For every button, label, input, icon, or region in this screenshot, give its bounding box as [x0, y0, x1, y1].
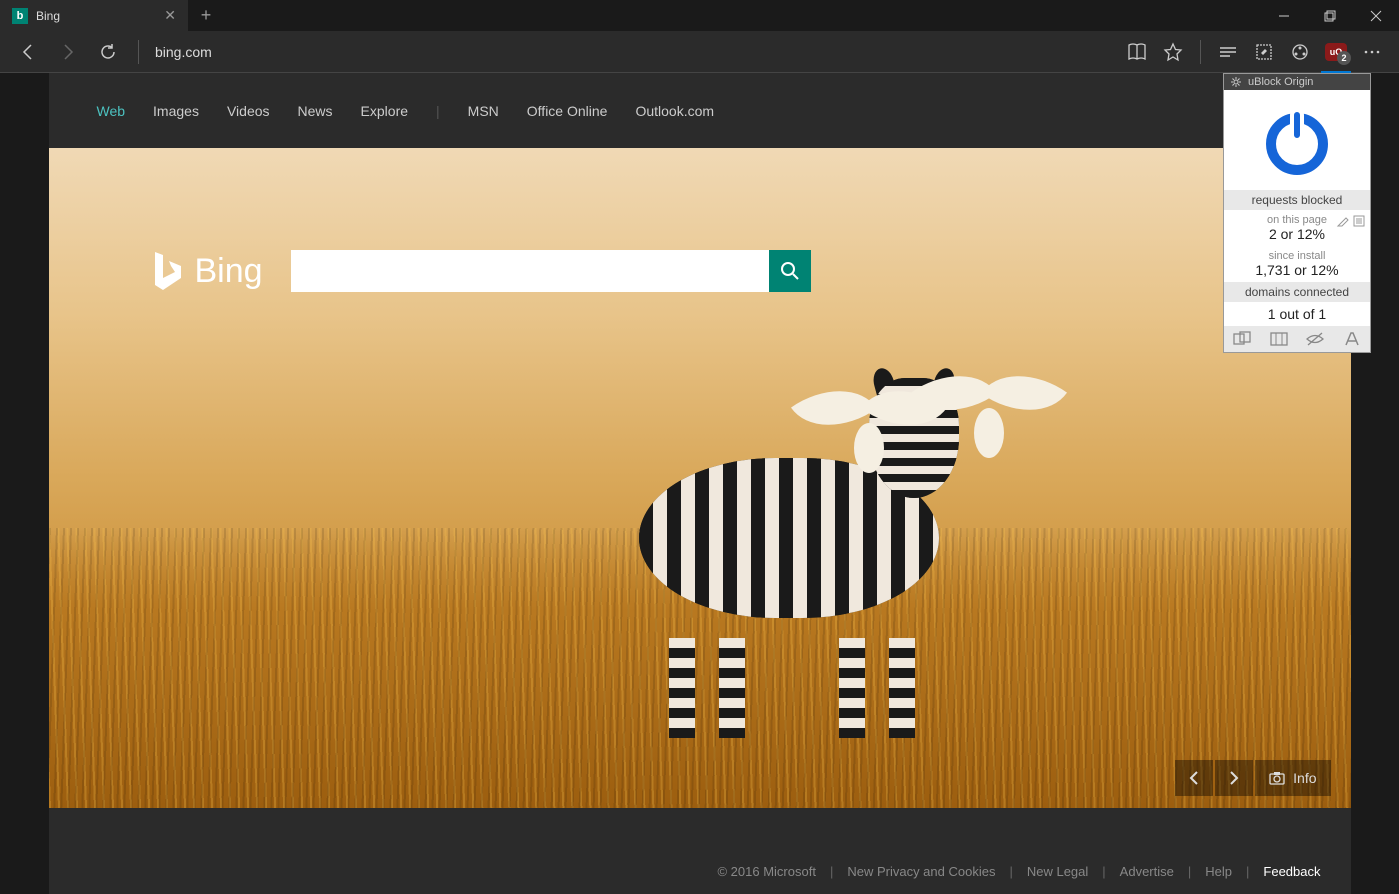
ublock-title: uBlock Origin [1248, 76, 1313, 88]
nav-web[interactable]: Web [97, 103, 126, 119]
nav-outlook[interactable]: Outlook.com [635, 103, 714, 119]
refresh-button[interactable] [90, 34, 126, 70]
footer-legal[interactable]: New Legal [1027, 864, 1088, 879]
gear-icon[interactable] [1230, 76, 1242, 88]
window-titlebar: b Bing ✕ + [0, 0, 1399, 31]
block-cosmetic-icon[interactable] [1306, 331, 1324, 347]
back-button[interactable] [10, 34, 46, 70]
browser-toolbar: bing.com uO 2 [0, 31, 1399, 73]
bird-illustration [919, 348, 1059, 468]
search-row: Bing [149, 248, 811, 294]
reading-view-icon[interactable] [1120, 35, 1154, 69]
maximize-button[interactable] [1307, 0, 1353, 31]
search-input[interactable] [291, 250, 769, 292]
page-content: Web Images Videos News Explore | MSN Off… [0, 73, 1399, 894]
log-icon[interactable] [1352, 214, 1366, 228]
footer-feedback[interactable]: Feedback [1263, 864, 1320, 879]
close-window-button[interactable] [1353, 0, 1399, 31]
ublock-install-row: since install 1,731 or 12% [1224, 246, 1370, 282]
more-menu-icon[interactable] [1355, 35, 1389, 69]
power-icon [1259, 104, 1335, 180]
ublock-domains-row: 1 out of 1 [1224, 302, 1370, 326]
separator: | [436, 103, 440, 119]
footer-privacy[interactable]: New Privacy and Cookies [847, 864, 995, 879]
bing-nav: Web Images Videos News Explore | MSN Off… [49, 73, 1351, 148]
block-media-icon[interactable] [1270, 331, 1288, 347]
forward-button[interactable] [50, 34, 86, 70]
ublock-badge: uO 2 [1325, 43, 1347, 61]
hero-prev-button[interactable] [1175, 760, 1213, 796]
bing-logo-text: Bing [195, 252, 263, 291]
tab-close-icon[interactable]: ✕ [164, 7, 176, 24]
browser-tab[interactable]: b Bing ✕ [0, 0, 188, 31]
ublock-domains-value: 1 out of 1 [1268, 306, 1326, 322]
ublock-page-row: on this page 2 or 12% [1224, 210, 1370, 246]
nav-office[interactable]: Office Online [527, 103, 608, 119]
separator [1200, 40, 1201, 64]
ublock-install-value: 1,731 or 12% [1255, 262, 1338, 278]
nav-msn[interactable]: MSN [468, 103, 499, 119]
ublock-requests-header: requests blocked [1224, 190, 1370, 210]
hub-icon[interactable] [1211, 35, 1245, 69]
address-bar[interactable]: bing.com [151, 44, 1116, 60]
footer-advertise[interactable]: Advertise [1120, 864, 1174, 879]
search-icon [779, 260, 801, 282]
nav-images[interactable]: Images [153, 103, 199, 119]
separator [138, 40, 139, 64]
tab-title: Bing [36, 9, 156, 23]
ublock-domains-header: domains connected [1224, 282, 1370, 302]
nav-explore[interactable]: Explore [361, 103, 408, 119]
footer-copyright: © 2016 Microsoft [717, 864, 815, 879]
ublock-power-button[interactable] [1224, 90, 1370, 190]
favorite-icon[interactable] [1156, 35, 1190, 69]
new-tab-button[interactable]: + [188, 0, 224, 31]
hero-controls: Info [1175, 760, 1330, 796]
footer-help[interactable]: Help [1205, 864, 1232, 879]
notes-icon[interactable] [1247, 35, 1281, 69]
bird-illustration [799, 363, 939, 483]
search-button[interactable] [769, 250, 811, 292]
page-footer: © 2016 Microsoft | New Privacy and Cooki… [49, 848, 1351, 894]
ublock-footer [1224, 326, 1370, 352]
hero-info-label: Info [1293, 770, 1316, 786]
minimize-button[interactable] [1261, 0, 1307, 31]
nav-news[interactable]: News [298, 103, 333, 119]
window-controls [1261, 0, 1399, 31]
hero-image: Bing Info [49, 148, 1351, 808]
search-box [291, 250, 811, 292]
ublock-extension-icon[interactable]: uO 2 [1319, 35, 1353, 69]
block-element-icon[interactable] [1233, 331, 1251, 347]
share-icon[interactable] [1283, 35, 1317, 69]
camera-icon [1269, 771, 1285, 785]
nav-videos[interactable]: Videos [227, 103, 270, 119]
bing-favicon: b [12, 8, 28, 24]
ublock-popup: uBlock Origin requests blocked on this p… [1223, 73, 1371, 353]
block-fonts-icon[interactable] [1343, 331, 1361, 347]
picker-icon[interactable] [1336, 214, 1350, 228]
bing-logo: Bing [149, 248, 263, 294]
ublock-header: uBlock Origin [1224, 74, 1370, 90]
ublock-count-badge: 2 [1337, 51, 1351, 65]
hero-info-button[interactable]: Info [1255, 760, 1330, 796]
ublock-page-value: 2 or 12% [1269, 226, 1325, 242]
hero-next-button[interactable] [1215, 760, 1253, 796]
